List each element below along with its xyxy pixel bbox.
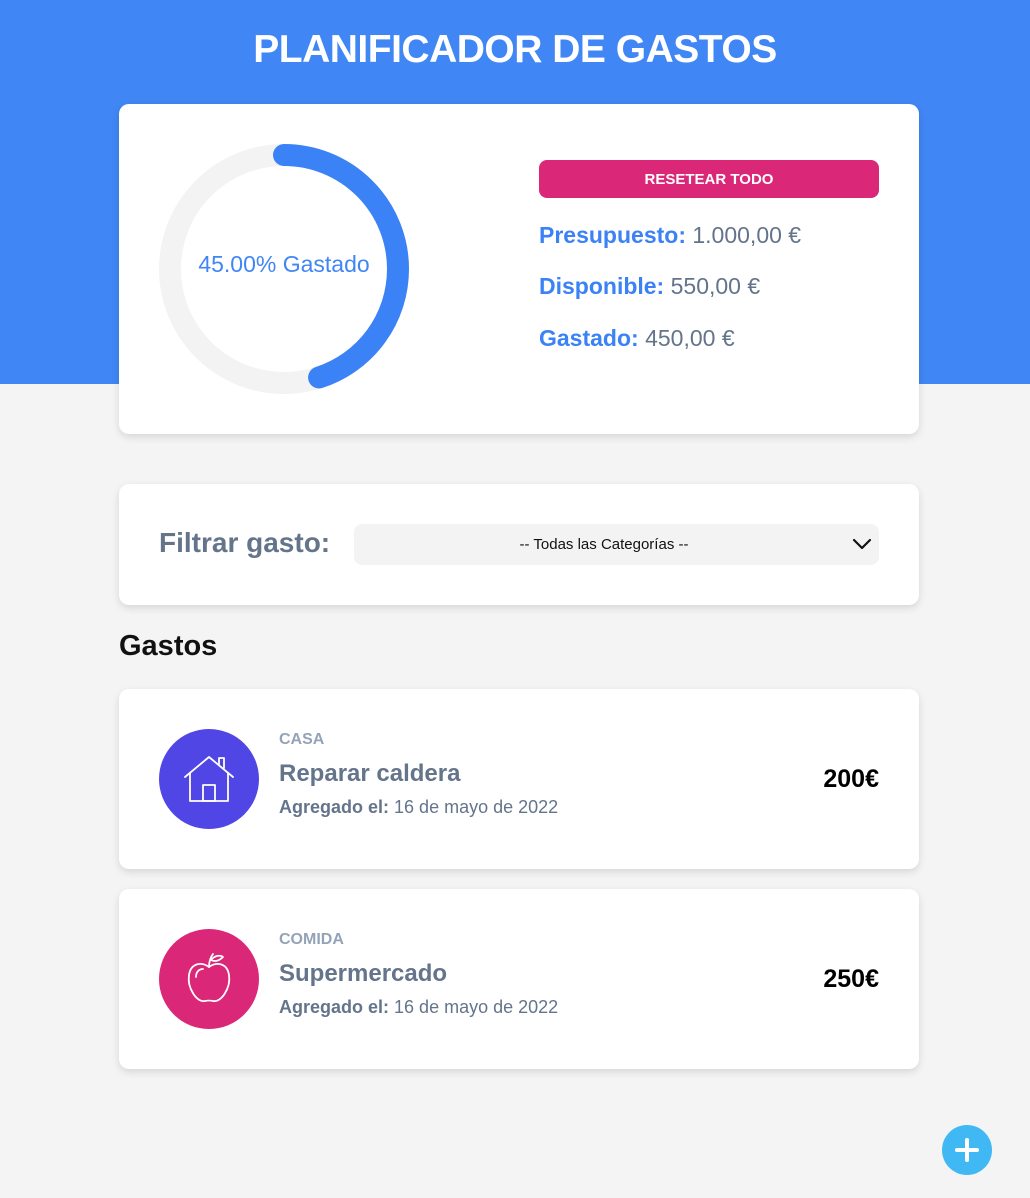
spent-value: 450,00 € [645, 325, 735, 351]
budget-label: Presupuesto: [539, 222, 686, 248]
filter-label: Filtrar gasto: [159, 527, 331, 558]
expense-date-label: Agregado el: [279, 997, 390, 1017]
expense-date: Agregado el: 16 de mayo de 2022 [279, 797, 558, 818]
budget-progress-ring: 45.00% Gastado [159, 144, 409, 394]
spent-label: Gastado: [539, 325, 639, 351]
reset-all-button[interactable]: RESETEAR TODO [539, 160, 879, 198]
expense-date: Agregado el: 16 de mayo de 2022 [279, 997, 558, 1018]
filter-card: Filtrar gasto: -- Todas las Categorías -… [119, 484, 919, 605]
progress-label: 45.00% Gastado [198, 251, 370, 277]
apple-icon [159, 929, 259, 1029]
expense-category: COMIDA [279, 931, 344, 948]
available-label: Disponible: [539, 273, 665, 299]
category-filter-select[interactable]: -- Todas las Categorías -- [354, 524, 879, 565]
spent-stat: Gastado: 450,00 € [539, 325, 735, 352]
filter-selected-value: -- Todas las Categorías -- [519, 536, 689, 553]
chevron-down-icon [852, 538, 872, 550]
expense-category: CASA [279, 731, 325, 748]
expense-name: Reparar caldera [279, 760, 461, 787]
plus-icon [955, 1138, 979, 1162]
expense-amount: 200€ [823, 765, 879, 793]
expense-amount: 250€ [823, 965, 879, 993]
budget-card: 45.00% Gastado RESETEAR TODO Presupuesto… [119, 104, 919, 434]
expense-item[interactable]: COMIDA Supermercado Agregado el: 16 de m… [119, 889, 919, 1069]
expense-date-value: 16 de mayo de 2022 [394, 997, 559, 1017]
expense-name: Supermercado [279, 960, 448, 987]
expense-item[interactable]: CASA Reparar caldera Agregado el: 16 de … [119, 689, 919, 869]
app-title: PLANIFICADOR DE GASTOS [253, 28, 777, 71]
budget-stat: Presupuesto: 1.000,00 € [539, 222, 801, 249]
budget-value: 1.000,00 € [692, 222, 802, 248]
house-icon [159, 729, 259, 829]
expenses-title: Gastos [119, 630, 218, 662]
available-stat: Disponible: 550,00 € [539, 273, 760, 300]
available-value: 550,00 € [670, 273, 761, 299]
expense-date-label: Agregado el: [279, 797, 390, 817]
expense-date-value: 16 de mayo de 2022 [394, 797, 559, 817]
add-expense-button[interactable] [942, 1125, 992, 1175]
